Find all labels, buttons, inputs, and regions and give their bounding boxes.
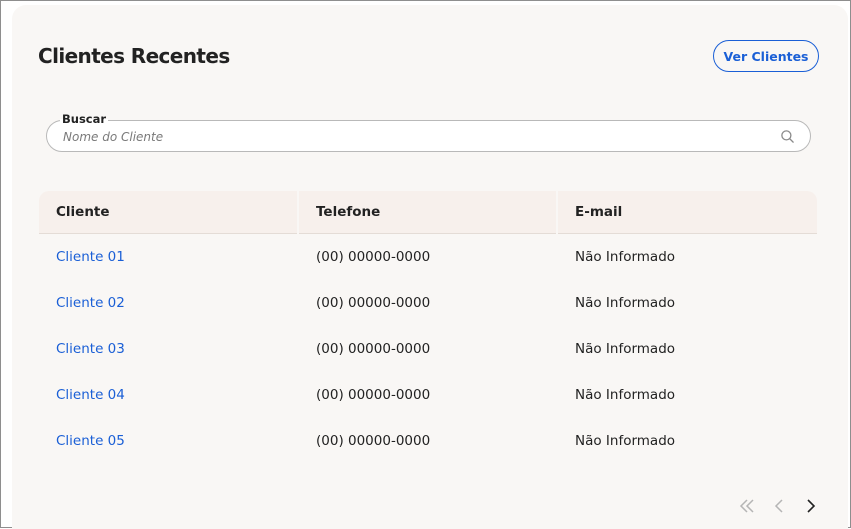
clients-table: Cliente Telefone E-mail Cliente 01 (00) 0… [39, 191, 817, 464]
chevron-left-icon [774, 499, 783, 513]
prev-page-button[interactable] [768, 496, 790, 516]
cell-telefone: (00) 00000-0000 [316, 295, 431, 311]
search-label: Buscar [60, 112, 109, 126]
client-link[interactable]: Cliente 04 [56, 387, 125, 403]
cell-email: Não Informado [575, 341, 676, 357]
search-icon[interactable] [780, 129, 795, 144]
cell-telefone: (00) 00000-0000 [316, 387, 431, 403]
next-page-button[interactable] [800, 496, 822, 516]
table-header: Cliente Telefone E-mail [39, 191, 817, 234]
view-clients-button[interactable]: Ver Clientes [713, 40, 819, 72]
cell-telefone: (00) 00000-0000 [316, 249, 431, 265]
cell-cliente: Cliente 05 [39, 433, 299, 449]
cell-email: Não Informado [575, 249, 676, 265]
page-title: Clientes Recentes [38, 44, 230, 68]
client-link[interactable]: Cliente 05 [56, 433, 125, 449]
cell-email: Não Informado [575, 387, 676, 403]
column-header-email[interactable]: E-mail [558, 191, 817, 234]
cell-cliente: Cliente 03 [39, 341, 299, 357]
column-header-telefone[interactable]: Telefone [299, 191, 556, 234]
cell-cliente: Cliente 02 [39, 295, 299, 311]
cell-telefone: (00) 00000-0000 [316, 341, 431, 357]
column-header-cliente[interactable]: Cliente [39, 191, 297, 234]
client-link[interactable]: Cliente 01 [56, 249, 125, 265]
window-frame: Clientes Recentes Ver Clientes Buscar Cl… [0, 0, 851, 529]
client-link[interactable]: Cliente 03 [56, 341, 125, 357]
double-chevron-left-icon [739, 499, 754, 513]
cell-cliente: Cliente 01 [39, 249, 299, 265]
table-row: Cliente 05 (00) 00000-0000 Não Informado [39, 418, 817, 464]
table-row: Cliente 02 (00) 00000-0000 Não Informado [39, 280, 817, 326]
table-body: Cliente 01 (00) 00000-0000 Não Informado Cl… [39, 234, 817, 464]
cell-email: Não Informado [575, 295, 676, 311]
chevron-right-icon [807, 499, 816, 513]
recent-clients-card: Clientes Recentes Ver Clientes Buscar Cl… [12, 5, 848, 529]
first-page-button[interactable] [736, 496, 758, 516]
search-field[interactable]: Buscar [46, 112, 811, 152]
client-link[interactable]: Cliente 02 [56, 295, 125, 311]
cell-cliente: Cliente 04 [39, 387, 299, 403]
pagination [736, 496, 822, 516]
table-row: Cliente 03 (00) 00000-0000 Não Informado [39, 326, 817, 372]
search-input[interactable] [63, 127, 763, 147]
table-row: Cliente 04 (00) 00000-0000 Não Informado [39, 372, 817, 418]
cell-telefone: (00) 00000-0000 [316, 433, 431, 449]
table-row: Cliente 01 (00) 00000-0000 Não Informado [39, 234, 817, 280]
cell-email: Não Informado [575, 433, 676, 449]
